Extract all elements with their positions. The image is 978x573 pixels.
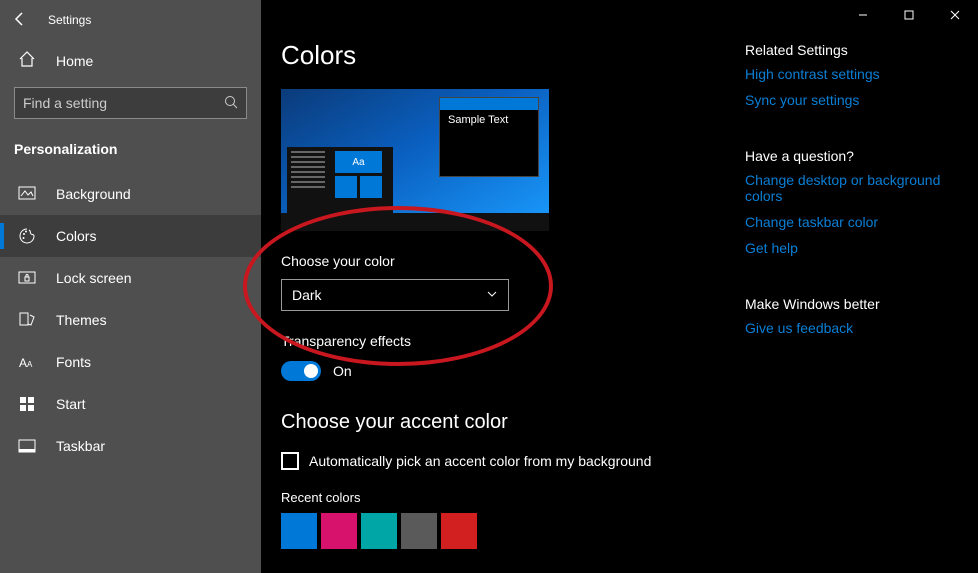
chevron-down-icon (486, 287, 498, 303)
search-icon (224, 95, 238, 112)
auto-accent-label: Automatically pick an accent color from … (309, 453, 651, 469)
nav-label: Lock screen (56, 270, 131, 286)
right-column: Related Settings High contrast settings … (745, 42, 955, 346)
link-get-help[interactable]: Get help (745, 240, 955, 256)
nav-item-taskbar[interactable]: Taskbar (0, 425, 261, 467)
svg-text:A: A (19, 356, 27, 370)
maximize-button[interactable] (886, 0, 932, 30)
nav-item-start[interactable]: Start (0, 383, 261, 425)
choose-color-dropdown[interactable]: Dark (281, 279, 509, 311)
color-swatch[interactable] (401, 513, 437, 549)
nav-list: Background Colors Lock screen Themes AA … (0, 173, 261, 467)
accent-title: Choose your accent color (281, 411, 978, 434)
svg-text:A: A (27, 360, 33, 369)
color-swatch[interactable] (321, 513, 357, 549)
better-heading: Make Windows better (745, 296, 955, 312)
search-box[interactable] (14, 87, 247, 119)
nav-home-label: Home (56, 53, 93, 69)
recent-colors-label: Recent colors (281, 490, 978, 505)
question-heading: Have a question? (745, 148, 955, 164)
nav-item-colors[interactable]: Colors (0, 215, 261, 257)
related-heading: Related Settings (745, 42, 955, 58)
back-icon[interactable] (12, 11, 28, 30)
nav-label: Colors (56, 228, 96, 244)
color-swatch[interactable] (281, 513, 317, 549)
color-preview: Sample Text Aa (281, 89, 549, 231)
choose-color-value: Dark (292, 287, 322, 303)
nav-label: Themes (56, 312, 107, 328)
link-feedback[interactable]: Give us feedback (745, 320, 955, 336)
recent-colors (281, 513, 978, 549)
link-sync-settings[interactable]: Sync your settings (745, 92, 955, 108)
search-input[interactable] (23, 95, 203, 111)
color-swatch[interactable] (361, 513, 397, 549)
link-change-desktop-colors[interactable]: Change desktop or background colors (745, 172, 955, 204)
window-controls (840, 0, 978, 30)
nav-item-fonts[interactable]: AA Fonts (0, 341, 261, 383)
close-button[interactable] (932, 0, 978, 30)
nav-item-background[interactable]: Background (0, 173, 261, 215)
category-label: Personalization (0, 133, 261, 167)
preview-window-text: Sample Text (448, 114, 508, 126)
sidebar: Settings Home Personalization Background… (0, 0, 261, 573)
link-high-contrast[interactable]: High contrast settings (745, 66, 955, 82)
main-content: Colors Sample Text Aa Choose your color … (261, 0, 978, 573)
nav-home[interactable]: Home (0, 40, 261, 81)
preview-window: Sample Text (439, 97, 539, 177)
topbar: Settings (0, 0, 261, 40)
color-swatch[interactable] (441, 513, 477, 549)
transparency-state: On (333, 363, 352, 379)
transparency-toggle[interactable] (281, 361, 321, 381)
auto-accent-checkbox[interactable] (281, 452, 299, 470)
nav-label: Background (56, 186, 131, 202)
home-icon (18, 50, 36, 71)
nav-label: Taskbar (56, 438, 105, 454)
nav-label: Fonts (56, 354, 91, 370)
settings-title: Settings (48, 13, 91, 27)
nav-item-lockscreen[interactable]: Lock screen (0, 257, 261, 299)
link-change-taskbar-color[interactable]: Change taskbar color (745, 214, 955, 230)
preview-tile-text: Aa (335, 151, 382, 173)
minimize-button[interactable] (840, 0, 886, 30)
preview-start-menu: Aa (287, 147, 393, 213)
nav-item-themes[interactable]: Themes (0, 299, 261, 341)
nav-label: Start (56, 396, 86, 412)
